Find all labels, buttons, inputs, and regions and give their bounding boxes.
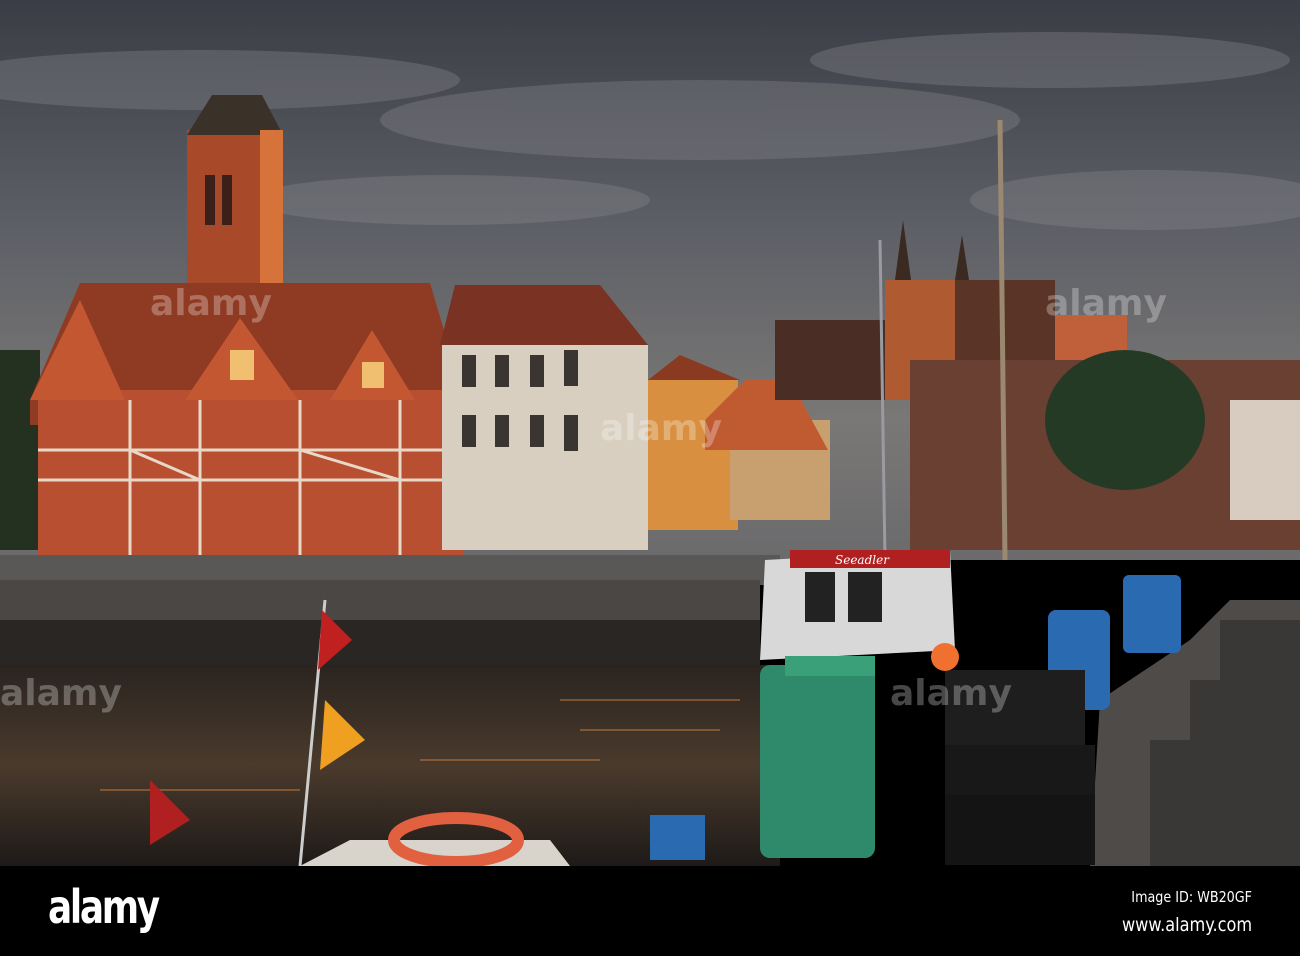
svg-text:alamy: alamy: [890, 673, 1012, 714]
image-id: Image ID: WB20GF: [1131, 888, 1252, 906]
half-timbered-house: [30, 283, 472, 557]
svg-text:alamy: alamy: [150, 283, 272, 324]
stock-photo-page: Seeadler alamy alamy alamy alamy alamy a…: [0, 0, 1300, 956]
tree-right: [1045, 350, 1205, 490]
boat-name: Seeadler: [835, 553, 890, 567]
footer-bar: alamy Image ID: WB20GF www.alamy.com: [0, 866, 1300, 956]
harbor-photo: Seeadler alamyalamyalamy alamyalamy: [0, 0, 1300, 866]
alamy-logo[interactable]: alamy: [48, 880, 160, 934]
trees-left: [0, 350, 40, 550]
website-link[interactable]: www.alamy.com: [1122, 914, 1252, 936]
church-tower: [187, 95, 283, 300]
svg-text:alamy: alamy: [1045, 283, 1167, 324]
svg-text:alamy: alamy: [0, 673, 122, 714]
svg-text:alamy: alamy: [600, 408, 722, 449]
